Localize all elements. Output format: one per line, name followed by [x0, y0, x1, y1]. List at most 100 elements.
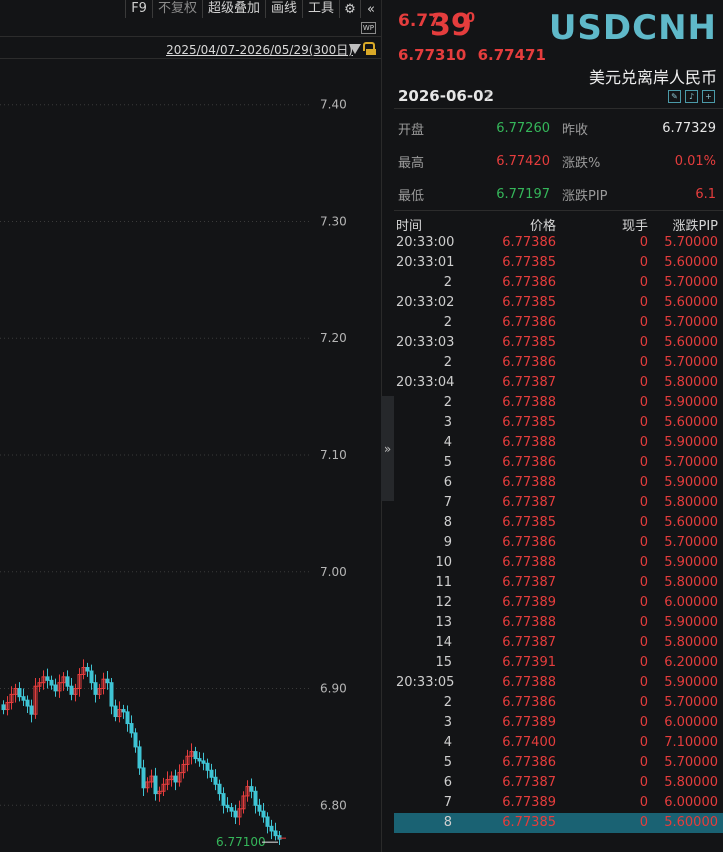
candle[interactable]: [169, 771, 174, 787]
tick-row[interactable]: 9 6.77386 0 5.70000: [394, 533, 723, 553]
candle[interactable]: [265, 812, 270, 834]
tick-row[interactable]: 8 6.77385 0 5.60000: [394, 513, 723, 533]
candle[interactable]: [9, 686, 14, 710]
candle[interactable]: [21, 688, 26, 707]
candle[interactable]: [133, 728, 138, 753]
date-range-label[interactable]: 2025/04/07-2026/05/29(300日): [166, 41, 353, 58]
candle[interactable]: [177, 764, 182, 787]
tick-row[interactable]: 10 6.77388 0 5.90000: [394, 553, 723, 573]
tick-row[interactable]: 5 6.77386 0 5.70000: [394, 753, 723, 773]
candle[interactable]: [189, 743, 194, 765]
gear-icon[interactable]: ⚙: [339, 0, 360, 18]
candle[interactable]: [257, 798, 262, 816]
tick-row[interactable]: 14 6.77387 0 5.80000: [394, 633, 723, 653]
candle[interactable]: [269, 819, 274, 840]
tick-row[interactable]: 6 6.77388 0 5.90000: [394, 473, 723, 493]
candle[interactable]: [117, 701, 122, 723]
tick-row[interactable]: 2 6.77386 0 5.70000: [394, 693, 723, 713]
candle[interactable]: [145, 777, 150, 793]
candle[interactable]: [53, 678, 58, 697]
candle[interactable]: [49, 675, 54, 690]
candle[interactable]: [25, 695, 30, 714]
candle[interactable]: [41, 670, 46, 690]
range-dropdown-icon[interactable]: [349, 44, 361, 54]
candle[interactable]: [165, 771, 170, 791]
tick-row[interactable]: 2 6.77386 0 5.70000: [394, 273, 723, 293]
candle[interactable]: [161, 777, 166, 796]
candle[interactable]: [101, 672, 106, 695]
tick-row[interactable]: 5 6.77386 0 5.70000: [394, 453, 723, 473]
candle[interactable]: [65, 670, 70, 691]
candle[interactable]: [217, 779, 222, 801]
candle[interactable]: [129, 715, 134, 738]
candle[interactable]: [213, 769, 218, 791]
candle[interactable]: [209, 763, 214, 782]
candle[interactable]: [185, 749, 190, 772]
tick-row[interactable]: 2 6.77386 0 5.70000: [394, 313, 723, 333]
candle[interactable]: [85, 662, 90, 677]
tick-row[interactable]: 20:33:03 6.77385 0 5.60000: [394, 333, 723, 353]
tick-row[interactable]: 6 6.77387 0 5.80000: [394, 773, 723, 793]
candle[interactable]: [73, 683, 78, 702]
tick-row[interactable]: 13 6.77388 0 5.90000: [394, 613, 723, 633]
candle[interactable]: [93, 674, 98, 703]
tick-row[interactable]: 4 6.77388 0 5.90000: [394, 433, 723, 453]
tick-row[interactable]: 12 6.77389 0 6.00000: [394, 593, 723, 613]
candle[interactable]: [45, 668, 50, 689]
tick-row[interactable]: 2 6.77388 0 5.90000: [394, 393, 723, 413]
candle[interactable]: [233, 804, 238, 824]
candle[interactable]: [193, 746, 198, 764]
candle[interactable]: [37, 678, 42, 693]
candle[interactable]: [237, 800, 242, 826]
candle[interactable]: [81, 659, 86, 680]
tick-row[interactable]: 20:33:02 6.77385 0 5.60000: [394, 293, 723, 313]
candle[interactable]: [241, 791, 246, 814]
double-chevron-left-icon[interactable]: «: [360, 0, 381, 18]
candle[interactable]: [125, 705, 130, 732]
toolbar-tools-button[interactable]: 工具: [301, 0, 339, 18]
candle[interactable]: [157, 786, 162, 802]
toolbar-draw-button[interactable]: 画线: [264, 0, 302, 18]
tick-row[interactable]: 20:33:04 6.77387 0 5.80000: [394, 373, 723, 393]
tick-row[interactable]: 20:33:05 6.77388 0 5.90000: [394, 673, 723, 693]
tick-row[interactable]: 3 6.77385 0 5.60000: [394, 413, 723, 433]
tick-row[interactable]: 2 6.77386 0 5.70000: [394, 353, 723, 373]
candle[interactable]: [105, 671, 110, 690]
candle[interactable]: [97, 683, 102, 700]
candle[interactable]: [137, 740, 142, 775]
candle[interactable]: [77, 668, 82, 697]
candle[interactable]: [153, 767, 158, 801]
candle[interactable]: [245, 780, 250, 802]
tick-row[interactable]: 7 6.77387 0 5.80000: [394, 493, 723, 513]
candle[interactable]: [261, 802, 266, 823]
candle[interactable]: [173, 769, 178, 791]
candle[interactable]: [205, 758, 210, 779]
toolbar-overlay-button[interactable]: 超级叠加: [201, 0, 265, 18]
candle[interactable]: [121, 704, 126, 719]
candle[interactable]: [17, 682, 22, 702]
tick-row[interactable]: 20:33:00 6.77386 0 5.70000: [394, 233, 723, 253]
tick-row[interactable]: 15 6.77391 0 6.20000: [394, 653, 723, 673]
candle[interactable]: [181, 759, 186, 779]
candle[interactable]: [69, 678, 74, 701]
toolbar-f9-button[interactable]: F9: [125, 0, 152, 18]
candle[interactable]: [13, 683, 18, 703]
help-icon[interactable]: ?: [485, 89, 491, 103]
candle[interactable]: [5, 696, 10, 716]
candle[interactable]: [225, 797, 230, 813]
candle[interactable]: [33, 678, 38, 719]
candle[interactable]: [149, 769, 154, 788]
toolbar-no-adjust-button[interactable]: 不复权: [151, 0, 202, 18]
wp-badge[interactable]: WP: [360, 22, 376, 34]
edit-icon[interactable]: ✎: [668, 90, 681, 103]
bell-icon[interactable]: ♪: [685, 90, 698, 103]
candle[interactable]: [273, 822, 278, 841]
candlestick-chart[interactable]: 7.40 7.30 7.20 7.10 7.00 6.90 6.80 6.77100: [0, 58, 381, 852]
candle[interactable]: [57, 674, 62, 698]
add-icon[interactable]: +: [702, 90, 715, 103]
candle[interactable]: [1, 700, 6, 715]
tick-row[interactable]: 7 6.77389 0 6.00000: [394, 793, 723, 813]
candle[interactable]: [113, 699, 118, 722]
candle[interactable]: [221, 787, 226, 814]
candle[interactable]: [89, 664, 94, 690]
